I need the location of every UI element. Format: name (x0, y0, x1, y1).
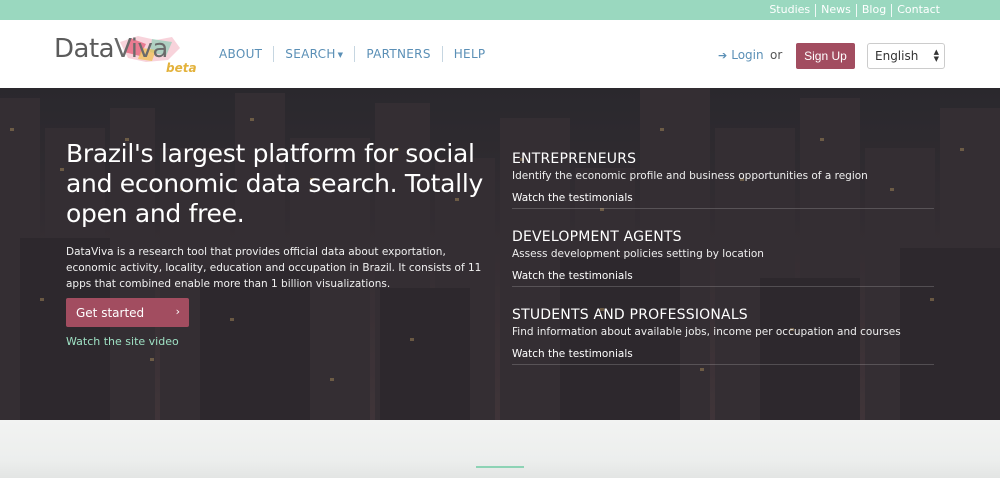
login-link[interactable]: ➔ Login (718, 48, 764, 62)
main-nav: ABOUT SEARCH ▼ PARTNERS HELP (208, 46, 496, 62)
top-link-contact[interactable]: Contact (892, 3, 945, 17)
top-link-news[interactable]: News (816, 3, 856, 17)
audience-heading: STUDENTS AND PROFESSIONALS (512, 307, 748, 323)
section-divider-accent (476, 466, 524, 468)
sign-up-button[interactable]: Sign Up (796, 43, 855, 69)
audience-description: Find information about available jobs, i… (512, 326, 901, 338)
logo-beta-tag: beta (166, 61, 197, 75)
watch-testimonials-link[interactable]: Watch the testimonials (512, 270, 934, 287)
or-text: or (770, 48, 783, 62)
caret-down-icon: ▼ (337, 50, 344, 59)
audience-students-professionals: STUDENTS AND PROFESSIONALS Find informat… (512, 307, 934, 365)
nav-partners[interactable]: PARTNERS (355, 47, 441, 61)
nav-search-label: SEARCH (285, 47, 336, 61)
hero-section: Brazil's largest platform for social and… (0, 88, 1000, 420)
get-started-button[interactable]: Get started › (66, 298, 189, 327)
top-utility-bar: Studies News Blog Contact (0, 0, 1000, 20)
audience-development-agents: DEVELOPMENT AGENTS Assess development po… (512, 229, 934, 287)
login-label: Login (731, 48, 764, 62)
nav-about[interactable]: ABOUT (208, 47, 273, 61)
hero-title: Brazil's largest platform for social and… (66, 139, 483, 228)
chevron-right-icon: › (175, 305, 180, 318)
watch-testimonials-link[interactable]: Watch the testimonials (512, 348, 934, 365)
logo-wordmark: DataViva (54, 34, 168, 64)
language-select[interactable]: English ▲ ▼ (867, 43, 945, 69)
select-arrows-icon: ▲ ▼ (933, 48, 939, 63)
hero-description: DataViva is a research tool that provide… (66, 246, 482, 290)
audience-description: Assess development policies setting by l… (512, 248, 764, 260)
nav-help[interactable]: HELP (443, 47, 497, 61)
dataviva-logo[interactable]: DataViva beta (54, 34, 197, 75)
nav-search[interactable]: SEARCH ▼ (274, 47, 354, 61)
watch-testimonials-link[interactable]: Watch the testimonials (512, 192, 934, 209)
audience-heading: ENTREPRENEURS (512, 151, 637, 167)
content-section-top (0, 420, 1000, 478)
get-started-label: Get started (76, 305, 145, 320)
top-link-blog[interactable]: Blog (857, 3, 891, 17)
sign-in-icon: ➔ (718, 48, 728, 62)
top-link-studies[interactable]: Studies (764, 3, 815, 17)
watch-site-video-link[interactable]: Watch the site video (66, 335, 179, 348)
top-links: Studies News Blog Contact (764, 3, 945, 17)
audience-entrepreneurs: ENTREPRENEURS Identify the economic prof… (512, 151, 934, 209)
audience-heading: DEVELOPMENT AGENTS (512, 229, 682, 245)
audience-description: Identify the economic profile and busine… (512, 170, 868, 182)
site-header: DataViva beta ABOUT SEARCH ▼ PARTNERS HEL… (0, 20, 1000, 88)
language-selected-value: English (875, 49, 919, 63)
